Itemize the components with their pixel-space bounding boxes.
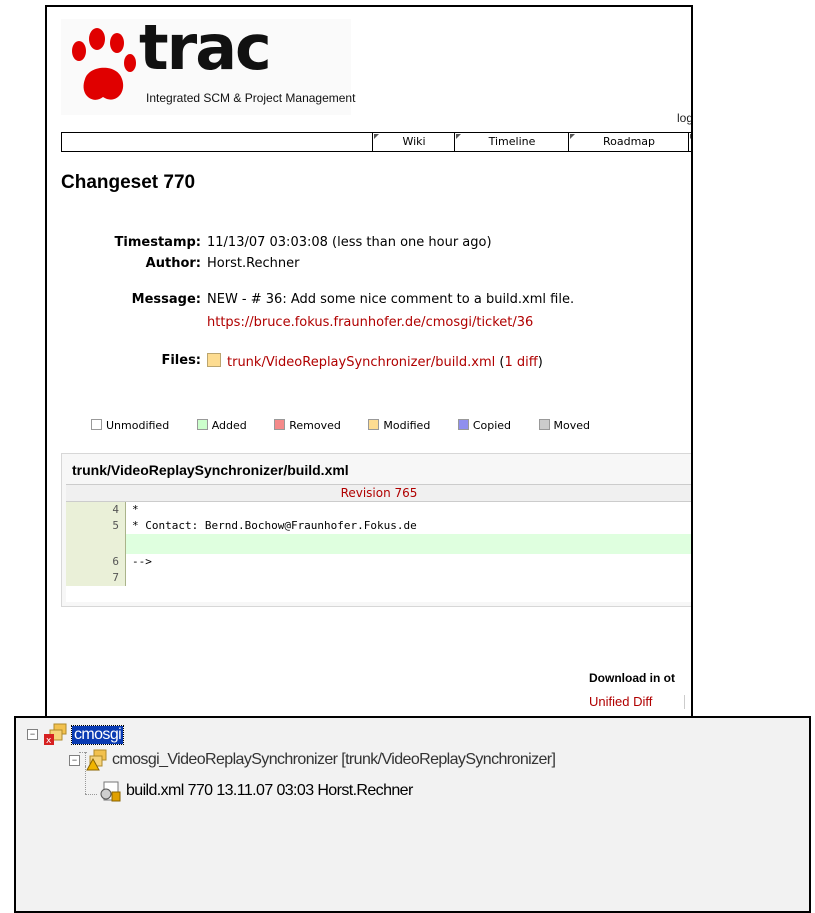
legend-swatch bbox=[457, 419, 469, 430]
legend-swatch bbox=[368, 419, 380, 430]
tree-node-project[interactable]: cmosgi_VideoReplaySynchronizer [trunk/Vi… bbox=[112, 751, 556, 769]
repository-icon: x bbox=[44, 723, 67, 746]
legend-swatch bbox=[274, 419, 286, 430]
legend-moved: Moved bbox=[538, 419, 590, 432]
line-number bbox=[66, 534, 126, 554]
diff-row: 4 * bbox=[66, 502, 691, 518]
tree-node-file[interactable]: build.xml 770 13.11.07 03:03 Horst.Rechn… bbox=[126, 782, 413, 800]
svg-text:x: x bbox=[46, 736, 52, 746]
diff-table: Revision 765 4 * 5 * Contact: Bernd.Boch… bbox=[66, 484, 691, 602]
line-number: 5 bbox=[66, 518, 126, 534]
author-value: Horst.Rechner bbox=[207, 256, 300, 271]
diff-count-close: ) bbox=[537, 355, 543, 370]
xml-file-icon bbox=[100, 781, 121, 802]
line-number: 4 bbox=[66, 502, 126, 518]
nav-timeline[interactable]: Timeline bbox=[454, 133, 569, 151]
tree-connector bbox=[85, 794, 97, 795]
legend-removed: Removed bbox=[274, 419, 341, 432]
legend-swatch bbox=[538, 419, 550, 430]
diff-panel: trunk/VideoReplaySynchronizer/build.xml … bbox=[61, 453, 691, 607]
line-number: 7 bbox=[66, 570, 126, 586]
diff-count-link[interactable]: 1 diff bbox=[505, 355, 538, 370]
legend-swatch bbox=[196, 419, 208, 430]
code-line: * bbox=[132, 503, 139, 516]
diff-row: 7 bbox=[66, 570, 691, 586]
diff-row-added bbox=[66, 534, 691, 554]
nav-roadmap[interactable]: Roadmap bbox=[568, 133, 689, 151]
download-separator bbox=[684, 695, 685, 709]
paw-icon bbox=[72, 28, 136, 100]
collapse-project-toggle[interactable]: − bbox=[69, 755, 80, 766]
message-ticket-link[interactable]: https://bruce.fokus.fraunhofer.de/cmosgi… bbox=[207, 315, 533, 330]
legend-copied: Copied bbox=[457, 419, 511, 432]
change-legend: Unmodified Added Removed Modified Copied… bbox=[91, 419, 614, 432]
login-link[interactable]: log bbox=[677, 111, 691, 125]
files-label: Files: bbox=[161, 353, 201, 368]
repository-tree: − x cmosgi − cmosgi_VideoReplaySynchroni… bbox=[14, 716, 811, 913]
timestamp-value: 11/13/07 03:03:08 (less than one hour ag… bbox=[207, 235, 492, 250]
diff-row: 5 * Contact: Bernd.Bochow@Fraunhofer.Fok… bbox=[66, 518, 691, 534]
message-label: Message: bbox=[131, 292, 201, 307]
unified-diff-link[interactable]: Unified Diff bbox=[589, 694, 652, 709]
files-value: trunk/VideoReplaySynchronizer/build.xml … bbox=[207, 353, 543, 370]
code-line: --> bbox=[132, 555, 152, 568]
code-line: * Contact: Bernd.Bochow@Fraunhofer.Fokus… bbox=[132, 519, 417, 532]
legend-added: Added bbox=[196, 419, 247, 432]
modified-file-icon bbox=[207, 353, 221, 367]
legend-unmodified: Unmodified bbox=[91, 419, 169, 432]
main-nav: Wiki Timeline Roadmap bbox=[61, 132, 691, 152]
line-number: 6 bbox=[66, 554, 126, 570]
download-formats-label: Download in ot bbox=[589, 671, 675, 685]
project-folder-icon bbox=[86, 749, 107, 771]
tree-node-root[interactable]: cmosgi bbox=[70, 725, 125, 745]
timestamp-label: Timestamp: bbox=[114, 235, 201, 250]
message-value: NEW - # 36: Add some nice comment to a b… bbox=[207, 292, 575, 307]
diff-file-title[interactable]: trunk/VideoReplaySynchronizer/build.xml bbox=[72, 462, 349, 478]
author-label: Author: bbox=[145, 256, 201, 271]
file-path-link[interactable]: trunk/VideoReplaySynchronizer/build.xml bbox=[227, 355, 495, 370]
collapse-root-toggle[interactable]: − bbox=[27, 729, 38, 740]
diff-row: 6 --> bbox=[66, 554, 691, 570]
page-title: Changeset 770 bbox=[61, 172, 196, 193]
logo-tagline: Integrated SCM & Project Management bbox=[146, 91, 356, 105]
nav-wiki[interactable]: Wiki bbox=[372, 133, 455, 151]
legend-modified: Modified bbox=[368, 419, 430, 432]
nav-overflow[interactable] bbox=[688, 133, 691, 151]
logo-wordmark: trac bbox=[139, 11, 272, 84]
trac-window: trac Integrated SCM & Project Management… bbox=[45, 5, 693, 717]
trac-logo[interactable]: trac Integrated SCM & Project Management bbox=[61, 11, 355, 115]
revision-header[interactable]: Revision 765 bbox=[66, 484, 691, 502]
legend-swatch bbox=[91, 419, 102, 430]
